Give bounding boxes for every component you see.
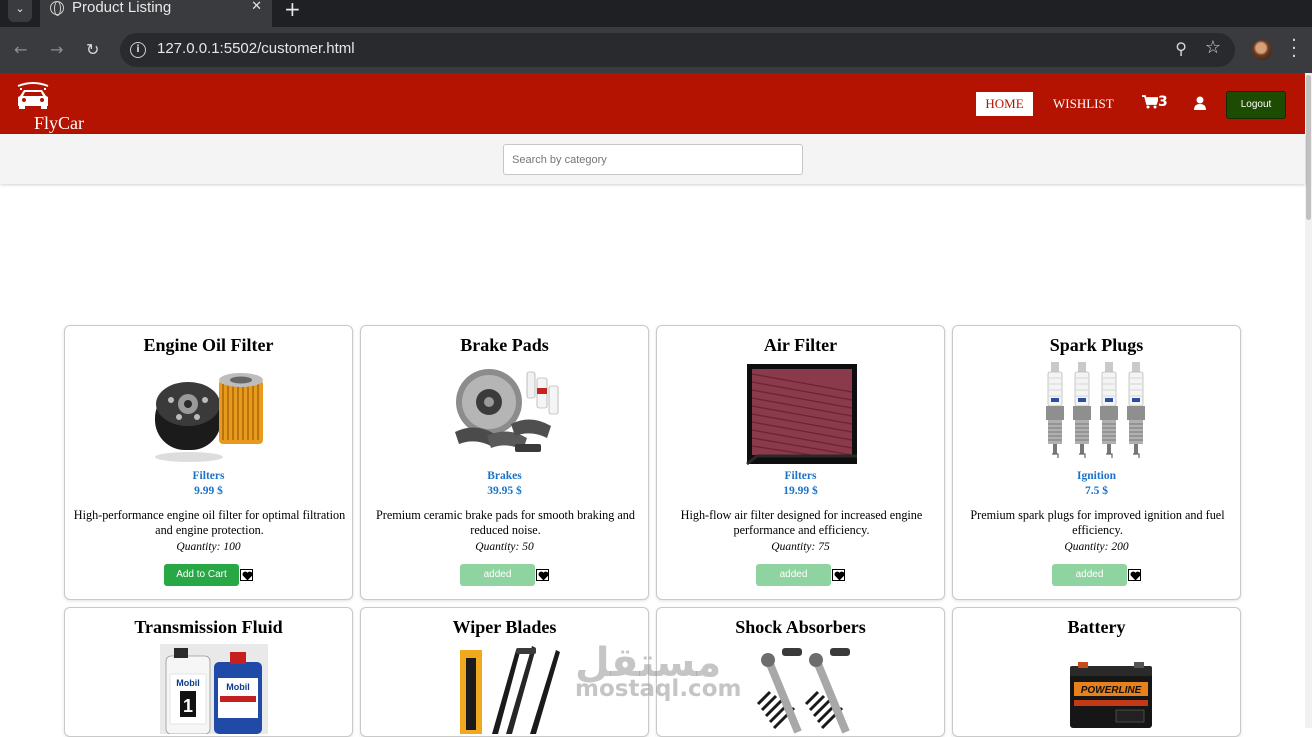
- transmission-fluid-image: Mobil 1 Mobil: [160, 644, 268, 734]
- product-category[interactable]: Filters: [65, 470, 352, 482]
- wishlist-heart-icon[interactable]: [240, 569, 253, 581]
- bookmark-star-icon[interactable]: ☆: [1205, 37, 1221, 58]
- browser-tabstrip: ⌄ Product Listing ✕ +: [0, 0, 1312, 27]
- back-arrow-icon[interactable]: ←: [14, 40, 27, 59]
- page-scrollbar[interactable]: [1305, 73, 1312, 728]
- browser-menu-icon[interactable]: · · ·: [1290, 32, 1298, 66]
- product-name: Brake Pads: [460, 335, 549, 355]
- product-price: 9.99 $: [194, 485, 223, 497]
- product-card: Spark Plugs Ignition 7.5 $ Premium spark…: [952, 325, 1241, 600]
- spark-plugs-image: [1046, 362, 1145, 458]
- browser-tab[interactable]: Product Listing ✕: [40, 0, 272, 27]
- product-description: High-flow air filter designed for increa…: [680, 508, 923, 537]
- product-price: 19.99 $: [783, 485, 818, 497]
- product-category[interactable]: Ignition: [953, 470, 1240, 482]
- svg-text:1: 1: [183, 696, 193, 716]
- tab-search-chevron-icon[interactable]: ⌄: [8, 0, 32, 22]
- product-card: Brake Pads Brakes 39.95 $ Premium cerami…: [360, 325, 649, 600]
- product-price: 39.95 $: [487, 485, 522, 497]
- product-quantity: Quantity: 100: [176, 541, 241, 553]
- product-price: 7.5 $: [1085, 485, 1108, 497]
- product-name: Wiper Blades: [452, 617, 557, 637]
- svg-text:POWERLINE: POWERLINE: [1081, 685, 1142, 696]
- product-quantity: Quantity: 50: [475, 541, 534, 553]
- product-card: Battery POWERLINE: [952, 607, 1241, 737]
- product-card: Air Filter Filters 19.99 $ High-flow air…: [656, 325, 945, 600]
- wishlist-heart-icon[interactable]: [832, 569, 845, 581]
- address-bar[interactable]: i 127.0.0.1:5502/customer.html ⚲ ☆: [120, 33, 1235, 67]
- brand-name[interactable]: FlyCar: [34, 113, 84, 134]
- svg-text:Mobil: Mobil: [176, 678, 200, 688]
- product-name: Spark Plugs: [1049, 335, 1144, 355]
- product-category[interactable]: Brakes: [361, 470, 648, 482]
- added-button[interactable]: added: [756, 564, 831, 586]
- add-to-cart-button[interactable]: Add to Cart: [164, 564, 239, 586]
- reload-icon[interactable]: ↻: [86, 40, 99, 59]
- nav-wishlist-link[interactable]: WISHLIST: [1053, 92, 1114, 116]
- battery-image: POWERLINE: [1070, 662, 1152, 728]
- product-description: Premium ceramic brake pads for smooth br…: [376, 508, 635, 537]
- added-button[interactable]: added: [1052, 564, 1127, 586]
- wishlist-heart-icon[interactable]: [1128, 569, 1141, 581]
- product-name: Engine Oil Filter: [143, 335, 274, 355]
- added-button[interactable]: added: [460, 564, 535, 586]
- brake-pads-image: [455, 369, 559, 452]
- svg-text:Mobil: Mobil: [226, 682, 250, 692]
- category-search-input[interactable]: [503, 144, 803, 175]
- product-card: Transmission Fluid Mobil 1 Mobil: [64, 607, 353, 737]
- wishlist-heart-icon[interactable]: [536, 569, 549, 581]
- profile-avatar[interactable]: [1252, 40, 1272, 60]
- car-logo-icon[interactable]: [15, 81, 51, 111]
- search-bar: [0, 134, 1305, 184]
- tab-title: Product Listing: [72, 0, 172, 16]
- cart-icon: [1142, 95, 1160, 109]
- product-description: High-performance engine oil filter for o…: [73, 508, 346, 537]
- watermark-latin: mostaql.com: [575, 676, 742, 702]
- site-header: FlyCar HOME WISHLIST 3 Logout: [0, 73, 1305, 134]
- product-card: Engine Oil Filter Filters 9.99 $ High-pe…: [64, 325, 353, 600]
- oil-filter-image: [155, 373, 263, 462]
- user-icon[interactable]: [1193, 96, 1207, 110]
- browser-toolbar: ← → ↻ i 127.0.0.1:5502/customer.html ⚲ ☆…: [0, 27, 1312, 73]
- product-name: Shock Absorbers: [735, 617, 866, 637]
- product-name: Battery: [1067, 617, 1126, 637]
- cart-button[interactable]: 3: [1142, 94, 1168, 110]
- site-info-icon[interactable]: i: [130, 42, 146, 58]
- product-description: Premium spark plugs for improved ignitio…: [970, 508, 1225, 537]
- scrollbar-thumb[interactable]: [1306, 75, 1311, 220]
- wiper-blades-image: [460, 646, 560, 734]
- nav-home-link[interactable]: HOME: [976, 92, 1033, 116]
- shock-absorbers-image: [756, 648, 850, 734]
- address-url[interactable]: 127.0.0.1:5502/customer.html: [157, 40, 355, 57]
- product-name: Air Filter: [763, 335, 838, 355]
- logout-button[interactable]: Logout: [1226, 91, 1286, 119]
- product-category[interactable]: Filters: [657, 470, 944, 482]
- forward-arrow-icon[interactable]: →: [50, 40, 63, 59]
- cart-count: 3: [1158, 94, 1168, 110]
- product-quantity: Quantity: 75: [771, 541, 830, 553]
- product-quantity: Quantity: 200: [1064, 541, 1129, 553]
- new-tab-plus-icon[interactable]: +: [284, 0, 301, 21]
- close-tab-icon[interactable]: ✕: [251, 0, 262, 15]
- mostaql-watermark: مستقل mostaql.com: [575, 640, 741, 702]
- product-name: Transmission Fluid: [134, 617, 283, 637]
- zoom-icon[interactable]: ⚲: [1175, 39, 1187, 58]
- globe-icon: [50, 1, 64, 16]
- air-filter-image: [746, 364, 857, 466]
